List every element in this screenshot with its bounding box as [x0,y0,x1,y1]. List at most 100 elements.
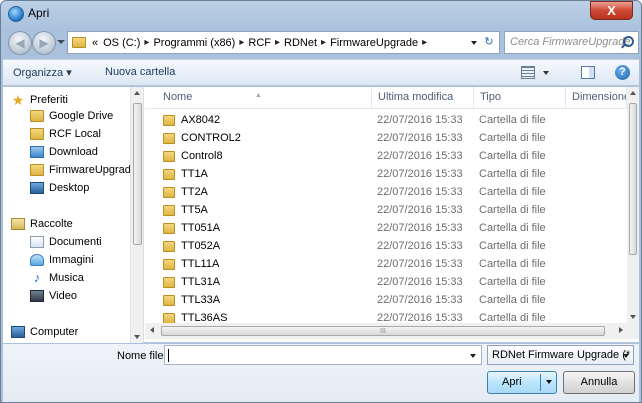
address-dropdown-icon[interactable] [471,41,477,45]
column-header-date[interactable]: Ultima modifica [372,87,474,109]
sidebar-item-label: Preferiti [30,94,68,106]
file-type: Cartella di file [479,258,546,270]
breadcrumb-separator-icon[interactable]: ▸ [239,37,244,48]
close-button[interactable]: X [590,1,633,20]
sidebar-item-label: FirmwareUpgrade [49,164,138,176]
filename-input[interactable] [164,345,482,365]
scroll-down-icon[interactable] [134,335,140,339]
file-type: Cartella di file [479,204,546,216]
table-row[interactable]: TT2A 22/07/2016 15:33 Cartella di file [145,183,627,201]
breadcrumb-separator-icon[interactable]: ▸ [321,37,326,48]
breadcrumb-rcf[interactable]: RCF [248,37,271,49]
column-header-size[interactable]: Dimensione [566,87,627,109]
breadcrumb-firmwareupgrade[interactable]: FirmwareUpgrade [330,37,418,49]
preview-pane-icon[interactable] [581,66,595,79]
sidebar-item-musica[interactable]: ♪ Musica [30,269,84,287]
file-date: 22/07/2016 15:33 [377,240,463,252]
open-file-dialog: Apri X ◀ ▶ « OS (C:) ▸ Programmi (x86) ▸… [0,0,642,403]
file-type: Cartella di file [479,150,546,162]
recent-pages-dropdown-icon[interactable] [57,40,65,44]
scroll-up-icon[interactable] [630,91,636,95]
file-list-vertical-scrollbar[interactable] [627,87,639,323]
change-view-icon[interactable] [521,66,535,79]
table-row[interactable]: TT051A 22/07/2016 15:33 Cartella di file [145,219,627,237]
open-button[interactable]: Apri [487,371,557,394]
file-list-horizontal-scrollbar[interactable]: III [145,323,639,339]
file-type-filter-value: RDNet Firmware Upgrade (* [492,349,631,361]
video-icon [30,290,44,302]
new-folder-button[interactable]: Nuova cartella [105,66,175,78]
sidebar-item-rcf-local[interactable]: RCF Local [30,125,101,143]
breadcrumb-separator-icon[interactable]: ▸ [422,37,427,48]
table-row[interactable]: TT5A 22/07/2016 15:33 Cartella di file [145,201,627,219]
table-row[interactable]: TTL31A 22/07/2016 15:33 Cartella di file [145,273,627,291]
cancel-button[interactable]: Annulla [563,371,635,394]
folder-icon [163,150,175,162]
address-bar[interactable]: « OS (C:) ▸ Programmi (x86) ▸ RCF ▸ RDNe… [67,31,500,54]
sidebar-item-label: Raccolte [30,218,73,230]
file-date: 22/07/2016 15:33 [377,222,463,234]
breadcrumb-os-c[interactable]: OS (C:) [103,37,140,49]
file-type: Cartella di file [479,276,546,288]
breadcrumb-overflow[interactable]: « [92,37,98,49]
table-row[interactable]: AX8042 22/07/2016 15:33 Cartella di file [145,111,627,129]
command-bar: Organizza ▾ Nuova cartella ? [3,59,639,86]
table-row[interactable]: Control8 22/07/2016 15:33 Cartella di fi… [145,147,627,165]
scrollbar-thumb[interactable] [629,103,637,255]
scroll-right-icon[interactable] [619,327,623,333]
computer-icon [11,326,25,338]
table-row[interactable]: TTL11A 22/07/2016 15:33 Cartella di file [145,255,627,273]
sidebar-item-desktop[interactable]: Desktop [30,179,89,197]
filename-dropdown-icon[interactable] [470,354,476,358]
forward-arrow-icon[interactable]: ▶ [32,31,56,55]
sidebar-item-raccolte[interactable]: Raccolte [11,215,73,233]
window-title: Apri [28,6,50,20]
split-divider [540,374,541,391]
breadcrumb-programmi[interactable]: Programmi (x86) [153,37,235,49]
file-type: Cartella di file [479,294,546,306]
scrollbar-thumb[interactable] [133,103,142,245]
file-type-filter-select[interactable]: RDNet Firmware Upgrade (* [487,345,634,365]
help-icon[interactable]: ? [615,65,630,80]
sidebar-scrollbar[interactable] [130,87,143,343]
file-type: Cartella di file [479,168,546,180]
search-icon[interactable] [623,36,634,47]
app-icon [8,6,24,22]
table-row[interactable]: TT1A 22/07/2016 15:33 Cartella di file [145,165,627,183]
breadcrumb-rdnet[interactable]: RDNet [284,37,317,49]
sidebar-item-label: Google Drive [49,110,114,122]
file-type: Cartella di file [479,132,546,144]
sidebar-item-video[interactable]: Video [30,287,77,305]
sidebar-item-computer[interactable]: Computer [11,323,78,341]
download-folder-icon [30,146,44,158]
scroll-up-icon[interactable] [134,91,140,95]
scroll-left-icon[interactable] [150,327,154,333]
organize-button[interactable]: Organizza ▾ [13,66,72,79]
column-header-type[interactable]: Tipo [474,87,566,109]
column-header-name[interactable]: Nome ▲ [145,87,372,109]
scroll-down-icon[interactable] [630,315,636,319]
sidebar-item-download[interactable]: Download [30,143,98,161]
table-row[interactable]: TTL33A 22/07/2016 15:33 Cartella di file [145,291,627,309]
folder-icon [72,37,86,48]
folder-icon [163,294,175,306]
sidebar-item-documenti[interactable]: Documenti [30,233,102,251]
scrollbar-thumb[interactable]: III [161,326,605,336]
back-arrow-icon[interactable]: ◀ [8,31,32,55]
sidebar-item-google-drive[interactable]: Google Drive [30,107,113,125]
sidebar-item-firmwareupgrade[interactable]: FirmwareUpgrade [30,161,137,179]
sidebar-item-label: Desktop [49,182,90,194]
scrollbar-grip-icon: III [380,328,386,335]
open-options-dropdown-icon[interactable] [546,380,552,384]
file-name: AX8042 [181,114,221,126]
table-row[interactable]: CONTROL2 22/07/2016 15:33 Cartella di fi… [145,129,627,147]
breadcrumb-separator-icon[interactable]: ▸ [275,37,280,48]
refresh-icon[interactable]: ↻ [482,35,496,50]
sidebar-item-immagini[interactable]: Immagini [30,251,94,269]
breadcrumb-separator-icon[interactable]: ▸ [144,37,149,48]
sidebar-item-label: Immagini [49,254,94,266]
search-input[interactable]: Cerca FirmwareUpgrade [504,31,639,54]
view-options-dropdown-icon[interactable] [543,71,549,75]
table-row[interactable]: TT052A 22/07/2016 15:33 Cartella di file [145,237,627,255]
filter-dropdown-icon[interactable] [623,354,629,358]
